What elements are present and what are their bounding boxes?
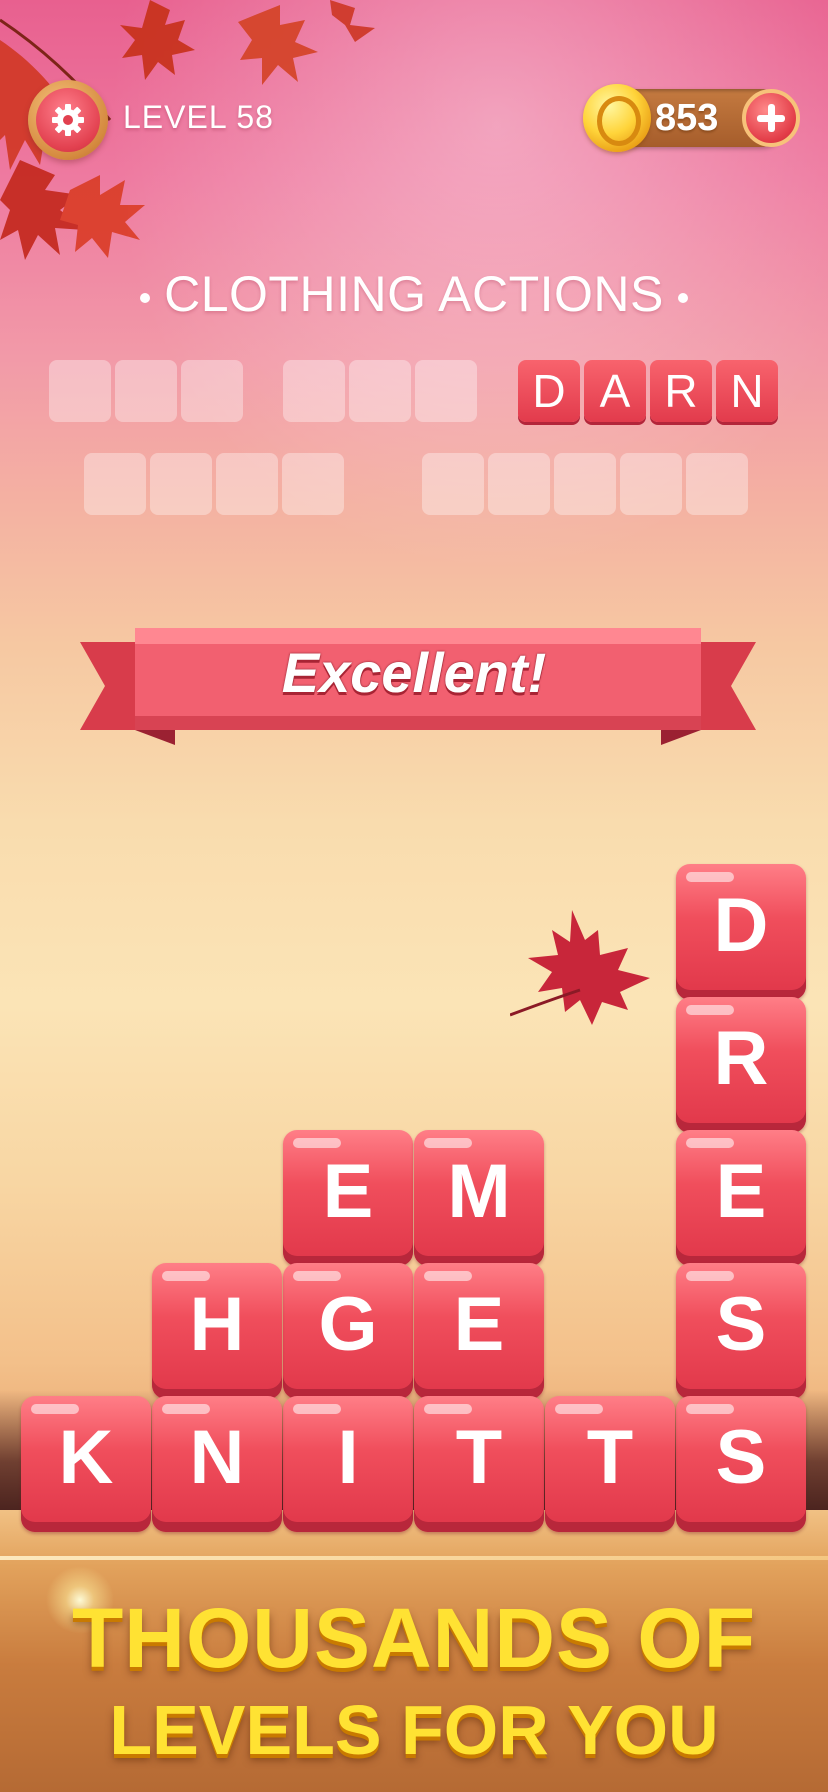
dot-divider — [140, 292, 151, 303]
answer-slot — [686, 453, 748, 515]
level-label: LEVEL 58 — [123, 99, 274, 135]
letter-tile[interactable]: I — [283, 1396, 413, 1532]
answer-word-5 — [422, 453, 748, 515]
answer-slot — [283, 360, 345, 422]
letter-tile[interactable]: H — [152, 1263, 282, 1399]
letter-tile[interactable]: R — [676, 997, 806, 1133]
promo-subheadline: LEVELS FOR YOU — [109, 1691, 719, 1769]
answer-slot — [415, 360, 477, 422]
answer-slot — [282, 453, 344, 515]
settings-button[interactable] — [28, 80, 108, 160]
dot-divider — [677, 292, 688, 303]
answer-letter: R — [650, 360, 712, 422]
maple-leaf-icon — [510, 910, 650, 1025]
letter-tile[interactable]: T — [545, 1396, 675, 1532]
answer-slot — [422, 453, 484, 515]
letter-tile[interactable]: G — [283, 1263, 413, 1399]
answer-letter: A — [584, 360, 646, 422]
answer-word-darn: D A R N — [518, 360, 778, 422]
letter-tile[interactable]: T — [414, 1396, 544, 1532]
answer-word-2 — [283, 360, 477, 422]
answer-slot — [84, 453, 146, 515]
excellent-message: Excellent! — [281, 641, 547, 704]
promo-headline: THOUSANDS OF — [72, 1591, 756, 1685]
answer-slot — [49, 360, 111, 422]
answer-slot — [216, 453, 278, 515]
letter-tile[interactable]: S — [676, 1396, 806, 1532]
letter-tile[interactable]: K — [21, 1396, 151, 1532]
answer-slot — [115, 360, 177, 422]
answer-letter: N — [716, 360, 778, 422]
gear-icon — [36, 88, 100, 152]
coin-count: 853 — [655, 97, 719, 139]
letter-tile[interactable]: D — [676, 864, 806, 1000]
letter-tile[interactable]: N — [152, 1396, 282, 1532]
answer-slot — [181, 360, 243, 422]
letter-tile[interactable]: E — [283, 1130, 413, 1266]
letter-tile[interactable]: E — [414, 1263, 544, 1399]
floor-highlight — [0, 1556, 828, 1560]
letter-tile[interactable]: S — [676, 1263, 806, 1399]
answer-word-1 — [49, 360, 243, 422]
coin-icon — [583, 84, 651, 152]
add-coins-button[interactable] — [742, 89, 800, 147]
answer-slot — [349, 360, 411, 422]
answer-word-4 — [84, 453, 344, 515]
answer-slot — [150, 453, 212, 515]
answer-slot — [488, 453, 550, 515]
letter-tile[interactable]: E — [676, 1130, 806, 1266]
category-label: CLOTHING ACTIONS — [164, 266, 664, 322]
category-title: CLOTHING ACTIONS — [0, 265, 828, 323]
letter-tile[interactable]: M — [414, 1130, 544, 1266]
answer-slot — [620, 453, 682, 515]
answer-slot — [554, 453, 616, 515]
answer-letter: D — [518, 360, 580, 422]
